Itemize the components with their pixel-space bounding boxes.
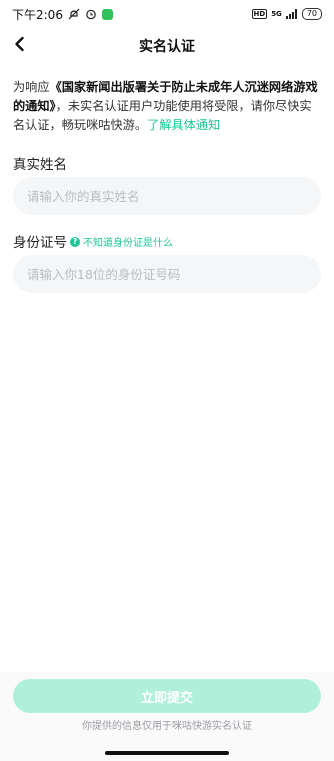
id-number-input[interactable] (13, 255, 321, 293)
name-label: 真实姓名 (13, 157, 67, 173)
id-label: 身份证号 (13, 235, 67, 251)
battery-indicator: 70 (301, 8, 322, 20)
wechat-icon (101, 8, 113, 20)
home-indicator[interactable] (105, 751, 229, 755)
page-title: 实名认证 (139, 39, 195, 55)
back-button[interactable] (6, 32, 34, 60)
alarm-icon (85, 8, 97, 20)
submit-button[interactable]: 立即提交 (13, 679, 321, 713)
policy-notice: 为响应《国家新闻出版署关于防止未成年人沉迷网络游戏的通知》，未实名认证用户功能使… (13, 78, 321, 135)
hd-badge: HD (251, 9, 268, 19)
real-name-input[interactable] (13, 177, 321, 215)
nav-bar: 实名认证 (0, 28, 334, 64)
back-arrow-icon (13, 36, 27, 56)
status-time: 下午2:06 (12, 7, 63, 22)
id-help-text: 不知道身份证是什么 (83, 238, 173, 249)
status-bar: 下午2:06 HD 5G 70 (0, 0, 334, 28)
privacy-note: 你提供的信息仅用于咪咕快游实名认证 (82, 721, 252, 732)
status-bar-left: 下午2:06 (12, 6, 113, 23)
id-help-link[interactable]: ? 不知道身份证是什么 (70, 234, 173, 249)
signal-icon (285, 9, 298, 19)
notice-prefix: 为响应 (13, 80, 50, 94)
question-icon: ? (70, 236, 80, 247)
status-bar-right: HD 5G 70 (251, 8, 322, 20)
mute-icon (68, 8, 80, 20)
network-type: 5G (271, 10, 282, 18)
notice-details-link[interactable]: 了解具体通知 (147, 118, 220, 132)
